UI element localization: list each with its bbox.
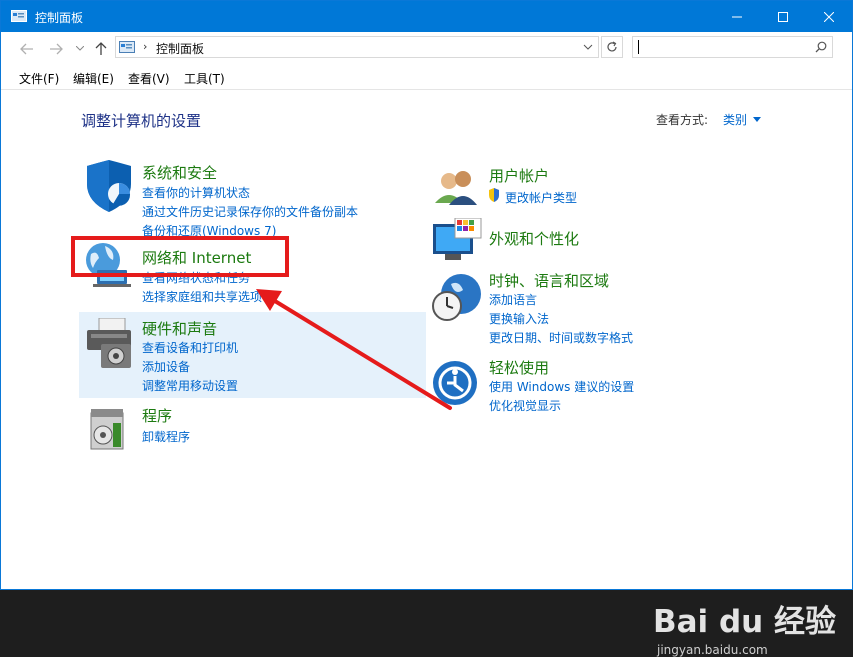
category-title[interactable]: 系统和安全	[142, 162, 217, 183]
printer-icon[interactable]	[83, 318, 135, 370]
users-icon[interactable]	[431, 163, 483, 215]
up-button[interactable]	[93, 41, 109, 57]
back-arrow-icon	[20, 43, 33, 55]
forward-arrow-icon	[50, 43, 63, 55]
view-by-label: 查看方式:	[656, 113, 709, 127]
link-change-account-type[interactable]: 更改帐户类型	[505, 189, 577, 206]
uac-shield-icon	[489, 188, 499, 202]
forward-button[interactable]	[48, 41, 64, 57]
monitor-palette-icon[interactable]	[431, 218, 483, 270]
ease-of-access-icon[interactable]	[431, 357, 483, 409]
maximize-button[interactable]	[760, 1, 806, 32]
menu-tools[interactable]: 工具(T)	[184, 70, 225, 87]
breadcrumb-control-panel[interactable]: 控制面板	[156, 40, 204, 57]
control-panel-icon	[119, 41, 135, 53]
recent-locations-button[interactable]	[72, 41, 88, 57]
category-title[interactable]: 外观和个性化	[489, 228, 579, 249]
control-panel-window: 控制面板 › 控制面板 文件(F) 编辑(E) 查看(V) 工具(T) 调整计算…	[0, 0, 853, 657]
link-recommended-settings[interactable]: 使用 Windows 建议的设置	[489, 378, 634, 395]
window-title: 控制面板	[35, 11, 84, 25]
link-mobility-settings[interactable]: 调整常用移动设置	[142, 377, 238, 394]
title-bar[interactable]: 控制面板	[1, 1, 852, 32]
dropdown-arrow-icon[interactable]	[753, 117, 761, 122]
page-title: 调整计算机的设置	[81, 112, 202, 130]
chevron-down-icon	[76, 46, 84, 51]
clock-globe-icon[interactable]	[431, 270, 483, 322]
link-add-language[interactable]: 添加语言	[489, 291, 537, 308]
link-optimize-visual-display[interactable]: 优化视觉显示	[489, 397, 561, 414]
category-title[interactable]: 程序	[142, 405, 172, 426]
link-view-computer-status[interactable]: 查看你的计算机状态	[142, 184, 250, 201]
view-by-dropdown[interactable]: 类别	[723, 111, 747, 128]
link-change-date-time-format[interactable]: 更改日期、时间或数字格式	[489, 329, 633, 346]
link-uninstall-program[interactable]: 卸载程序	[142, 428, 190, 445]
minimize-icon	[732, 16, 742, 17]
link-add-device[interactable]: 添加设备	[142, 358, 190, 375]
menu-bar: 文件(F) 编辑(E) 查看(V) 工具(T)	[1, 64, 852, 90]
refresh-icon	[607, 41, 617, 52]
search-input[interactable]	[632, 36, 833, 58]
minimize-button[interactable]	[714, 1, 760, 32]
back-button[interactable]	[19, 41, 35, 57]
category-title[interactable]: 硬件和声音	[142, 318, 217, 339]
link-file-history-backup[interactable]: 通过文件历史记录保存你的文件备份副本	[142, 203, 358, 220]
up-arrow-icon	[95, 42, 107, 55]
category-title[interactable]: 时钟、语言和区域	[489, 270, 609, 291]
menu-view[interactable]: 查看(V)	[128, 70, 170, 87]
watermark-logo-text: Bai du 经验	[653, 604, 837, 640]
category-title[interactable]: 用户帐户	[489, 165, 549, 186]
text-caret	[638, 40, 639, 54]
address-bar: › 控制面板	[1, 32, 852, 64]
menu-file[interactable]: 文件(F)	[19, 70, 59, 87]
link-devices-printers[interactable]: 查看设备和打印机	[142, 339, 238, 356]
main-content: 调整计算机的设置 查看方式: 类别 系统和安全 查看你的计算机状态 通过文件历史…	[1, 90, 852, 657]
link-change-input-method[interactable]: 更换输入法	[489, 310, 549, 327]
annotation-highlight-box	[71, 236, 289, 277]
menu-edit[interactable]: 编辑(E)	[73, 70, 114, 87]
link-homegroup-sharing[interactable]: 选择家庭组和共享选项	[142, 288, 262, 305]
maximize-icon	[778, 11, 788, 22]
close-button[interactable]	[806, 1, 852, 32]
address-field[interactable]: › 控制面板	[115, 36, 599, 58]
breadcrumb-separator-icon: ›	[143, 40, 148, 53]
programs-icon[interactable]	[83, 405, 135, 457]
search-icon[interactable]	[815, 41, 827, 53]
refresh-button[interactable]	[601, 36, 623, 58]
category-title[interactable]: 轻松使用	[489, 357, 549, 378]
shield-icon[interactable]	[83, 160, 135, 212]
baidu-watermark: Bai du 经验 jingyan.baidu.com	[653, 596, 837, 657]
chevron-down-icon[interactable]	[582, 41, 594, 53]
watermark-url: jingyan.baidu.com	[657, 643, 768, 657]
close-icon	[824, 11, 834, 22]
control-panel-icon	[11, 10, 27, 22]
